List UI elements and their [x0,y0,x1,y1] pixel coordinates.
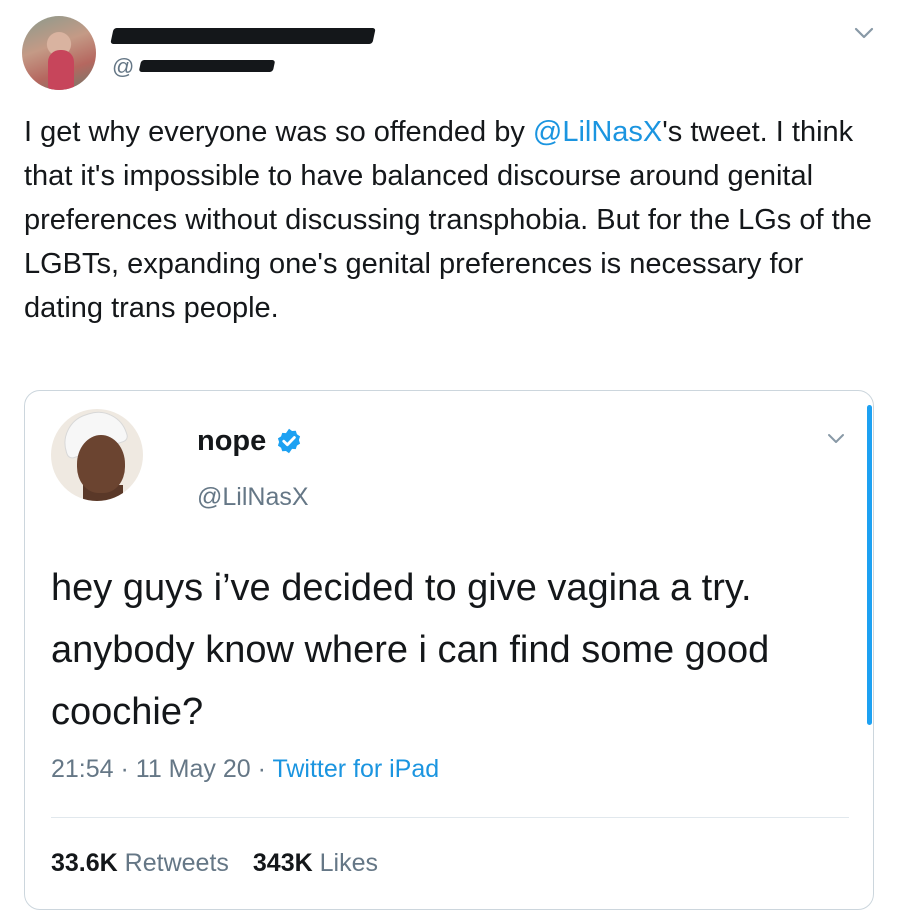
retweets-label: Retweets [124,849,229,877]
tweet-text: I get why everyone was so offended by @L… [24,110,874,330]
quoted-author-handle[interactable]: @LilNasX [197,483,309,512]
avatar-face [77,435,125,493]
verified-badge-icon [277,428,301,454]
likes-stat[interactable]: 343K Likes [253,849,378,877]
retweets-count: 33.6K [51,849,118,877]
tweet-text-before-mention: I get why everyone was so offended by [24,116,533,148]
scrollbar[interactable] [867,405,872,725]
redacted-author-handle [138,60,276,72]
likes-label: Likes [319,849,378,877]
tweet-date[interactable]: 11 May 20 [136,755,251,783]
redacted-author-name [110,28,376,44]
quoted-author-avatar[interactable] [51,409,143,501]
tweet-source-link[interactable]: Twitter for iPad [272,755,439,783]
tweet-time[interactable]: 21:54 [51,755,114,783]
engagement-stats: 33.6K Retweets 343K Likes [51,849,378,878]
quoted-tweet-card[interactable]: nope @LilNasX hey guys i’ve decided to g… [24,390,874,910]
author-handle-prefix: @ [112,54,135,79]
quoted-author-name[interactable]: nope [197,425,266,458]
tweet-metadata: 21:54 · 11 May 20 · Twitter for iPad [51,755,439,784]
chevron-down-icon[interactable] [852,24,876,42]
quoted-tweet-text: hey guys i’ve decided to give vagina a t… [51,567,770,733]
retweets-stat[interactable]: 33.6K Retweets [51,849,229,877]
likes-count: 343K [252,849,313,877]
chevron-down-icon[interactable] [825,431,847,447]
meta-separator: · [250,755,273,783]
divider [51,817,849,818]
meta-separator: · [113,755,136,783]
mention-link[interactable]: @LilNasX [533,116,662,148]
author-avatar[interactable] [22,16,96,90]
avatar-figure [48,50,74,90]
